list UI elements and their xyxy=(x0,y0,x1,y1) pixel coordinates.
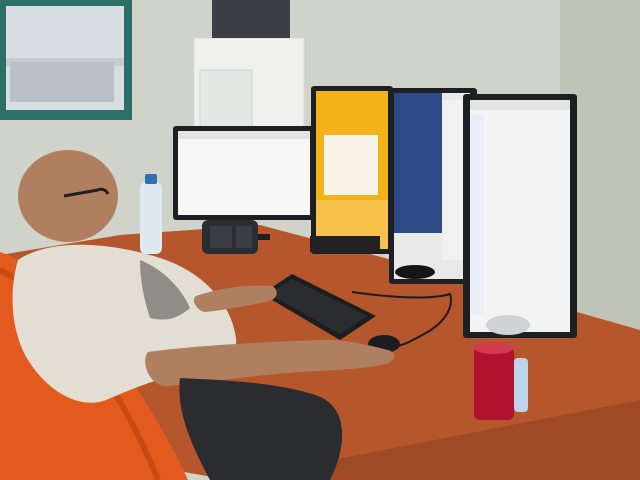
window-frame xyxy=(0,0,132,120)
water-bottle xyxy=(140,174,162,254)
photo-illustration xyxy=(0,0,640,480)
right-monitor xyxy=(463,94,577,338)
photo-scene xyxy=(0,0,640,480)
win8-monitor xyxy=(310,86,393,254)
desk-phone xyxy=(202,220,258,254)
